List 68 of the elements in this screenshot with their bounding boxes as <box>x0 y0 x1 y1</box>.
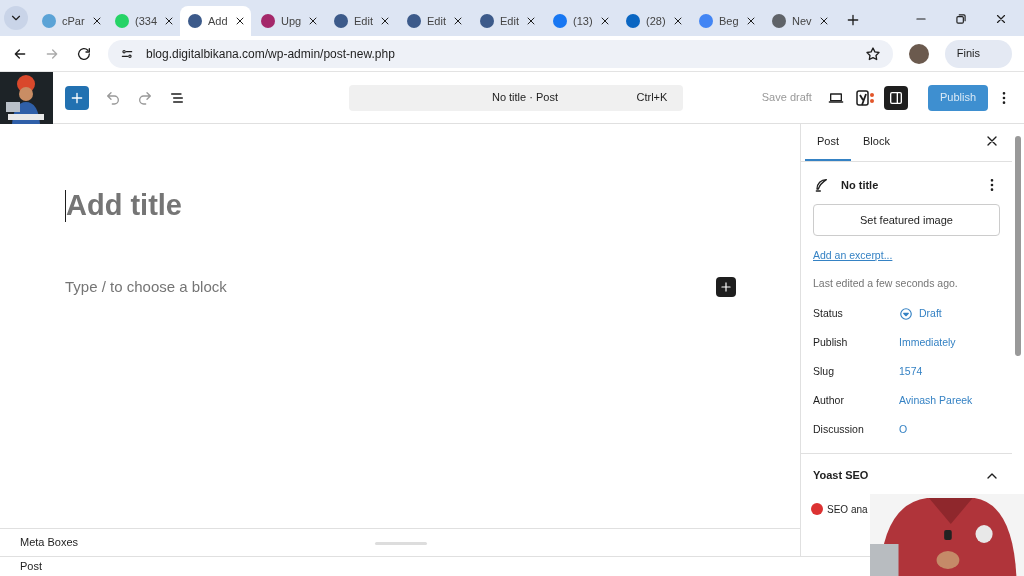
tab-title: (28) <box>646 13 666 29</box>
star-icon[interactable] <box>864 45 881 62</box>
plus-icon <box>719 279 733 294</box>
section-title: Yoast SEO <box>813 468 870 484</box>
field-label: Slug <box>813 364 835 380</box>
featured-image-button[interactable]: Set featured image <box>813 204 1000 236</box>
tab-title: Edit <box>354 13 373 29</box>
last-edited-text: Last edited a few seconds ago. <box>813 275 959 291</box>
undo-icon[interactable] <box>105 89 121 106</box>
update-button[interactable]: Finis <box>944 39 1012 68</box>
block-field[interactable]: Type / to choose a block <box>65 275 716 298</box>
tab-list-button[interactable] <box>4 6 28 30</box>
tab-title: (334 <box>135 13 158 29</box>
sidebar-tab[interactable]: Block <box>851 124 902 161</box>
sidebar-icon <box>887 89 904 106</box>
address-field[interactable]: blog.digitalbikana.com/wp-admin/post-new.php <box>108 39 893 68</box>
excerpt-link[interactable]: Add an excerpt... <box>813 248 1000 264</box>
analysis-label: SEO ana <box>827 502 868 517</box>
restore-icon[interactable] <box>954 12 968 26</box>
tab-title: (13) <box>573 13 593 29</box>
tab-title: cPar <box>62 13 85 29</box>
scrollbar-thumb[interactable] <box>1015 136 1021 356</box>
browser-tab[interactable]: Beg <box>691 6 762 36</box>
status-icon <box>899 307 913 321</box>
tab-title: Edit <box>427 13 446 29</box>
redo-icon[interactable] <box>137 89 153 106</box>
browser-tab[interactable]: (13) <box>545 6 616 36</box>
tab-title: Edit <box>500 13 519 29</box>
field-label: Publish <box>813 335 849 351</box>
field-value-link[interactable]: Avinash Pareek <box>899 393 973 409</box>
browser-tab[interactable]: Nev <box>764 6 835 36</box>
meta-boxes-label: Meta Boxes <box>20 535 79 551</box>
field-label: Author <box>813 393 845 409</box>
command-bar-title: No title · Post <box>490 90 559 106</box>
tab-title: Beg <box>719 13 739 29</box>
tab-title: Nev <box>792 13 812 29</box>
browser-tab[interactable]: Add <box>180 6 251 36</box>
profile-avatar[interactable] <box>908 43 929 64</box>
field-label: Discussion <box>813 422 865 438</box>
settings-toggle-button[interactable] <box>883 85 908 110</box>
tab-title: Add <box>208 13 228 29</box>
breadcrumb[interactable]: Post <box>20 558 42 575</box>
field-value-link[interactable]: O <box>899 422 908 438</box>
close-icon[interactable] <box>994 12 1008 26</box>
browser-tab[interactable]: Edit <box>399 6 470 36</box>
title-field[interactable]: Add title <box>66 184 182 228</box>
new-tab-icon[interactable] <box>845 12 861 28</box>
resize-handle[interactable] <box>375 542 427 545</box>
shortcut-text: Ctrl+K <box>636 90 668 106</box>
field-value-link[interactable]: Draft <box>919 306 942 322</box>
sidebar-tab[interactable]: Post <box>805 124 851 161</box>
add-block-button[interactable] <box>716 276 736 297</box>
seo-plugin-icon[interactable] <box>855 89 876 106</box>
tab-title: Upg <box>281 13 302 29</box>
url-text: blog.digitalbikana.com/wp-admin/post-new.php <box>146 45 396 63</box>
browser-tab[interactable]: Edit <box>326 6 397 36</box>
feather-icon <box>813 177 829 193</box>
browser-tab[interactable]: (334 <box>107 6 178 36</box>
browser-tab[interactable]: Edit <box>472 6 543 36</box>
field-value-link[interactable]: Immediately <box>899 335 956 351</box>
post-title: No title <box>841 177 880 193</box>
field-value-link[interactable]: 1574 <box>899 364 923 380</box>
command-bar[interactable]: No title · Post Ctrl+K <box>349 84 684 111</box>
field-label: Status <box>813 306 844 322</box>
browser-tab[interactable]: (28) <box>618 6 689 36</box>
reload-icon[interactable] <box>76 45 92 62</box>
browser-tab[interactable]: Upg <box>253 6 324 36</box>
browser-tab[interactable]: cPar <box>34 6 105 36</box>
